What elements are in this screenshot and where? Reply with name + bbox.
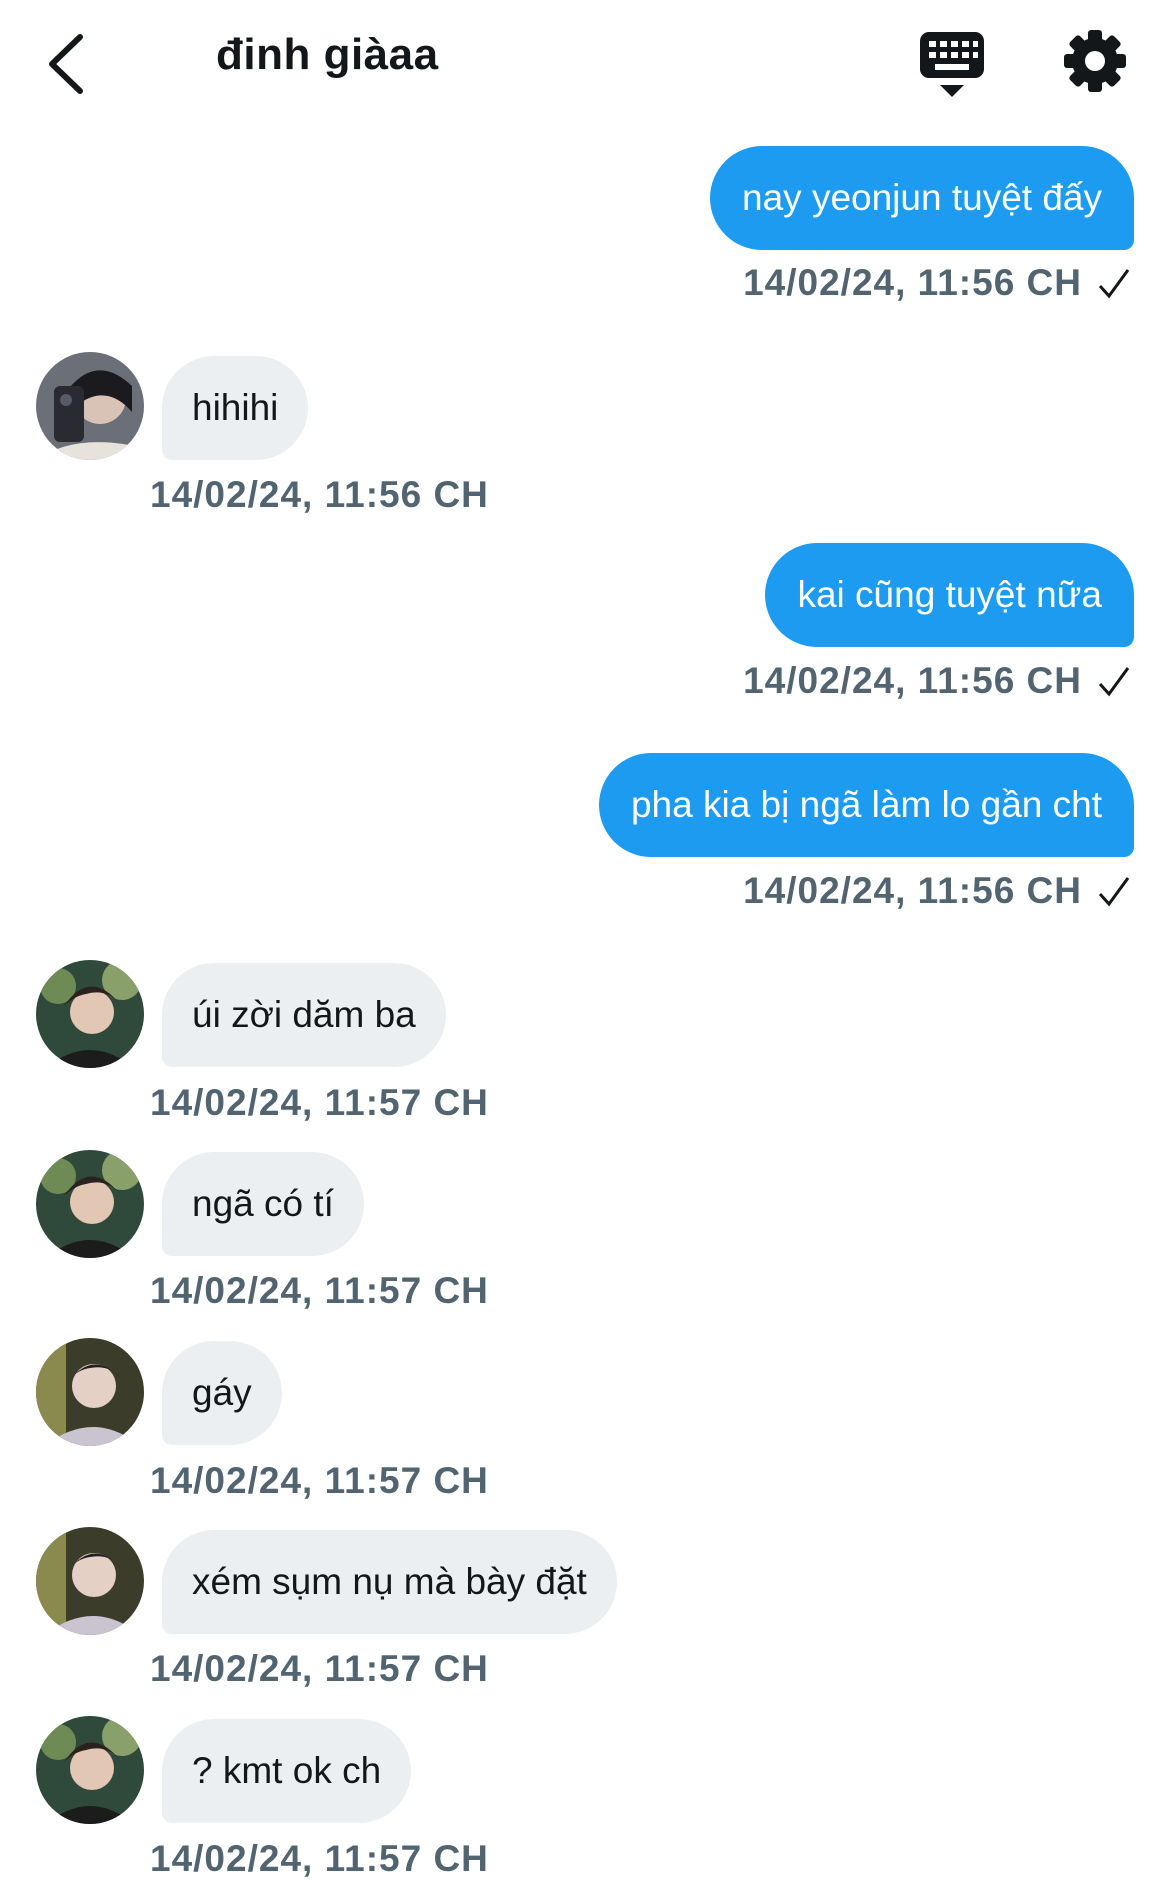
incoming-message-bubble[interactable]: xém sụm nụ mà bày đặt (162, 1530, 617, 1634)
message-timestamp: 14/02/24, 11:56 CH (150, 474, 489, 515)
outgoing-message-bubble[interactable]: kai cũng tuyệt nữa (765, 543, 1134, 647)
avatar[interactable] (36, 352, 144, 460)
avatar-photo (36, 960, 144, 1068)
gear-icon (1064, 30, 1126, 92)
checkmark-icon (1098, 877, 1130, 907)
incoming-message-bubble[interactable]: úi zời dăm ba (162, 963, 446, 1067)
incoming-message-bubble[interactable]: ? kmt ok ch (162, 1719, 412, 1823)
message-timestamp: 14/02/24, 11:57 CH (150, 1460, 489, 1501)
avatar[interactable] (36, 1338, 144, 1446)
avatar[interactable] (36, 1716, 144, 1824)
chevron-left-icon (49, 34, 83, 94)
message-timestamp: 14/02/24, 11:57 CH (150, 1648, 489, 1689)
message-timestamp: 14/02/24, 11:56 CH (743, 660, 1082, 701)
avatar-photo (36, 1338, 144, 1446)
message-timestamp: 14/02/24, 11:57 CH (150, 1838, 489, 1879)
settings-button[interactable] (1062, 28, 1128, 94)
back-button[interactable] (38, 28, 94, 100)
incoming-message-bubble[interactable]: hihihi (162, 356, 309, 460)
incoming-message-bubble[interactable]: ngã có tí (162, 1152, 364, 1256)
keyboard-icon (920, 32, 984, 97)
avatar[interactable] (36, 1150, 144, 1258)
conversation-title: đinh giàaa (216, 30, 439, 79)
checkmark-icon (1098, 269, 1130, 299)
avatar-photo (36, 1527, 144, 1635)
message-timestamp: 14/02/24, 11:56 CH (743, 870, 1082, 911)
checkmark-icon (1098, 667, 1130, 697)
avatar-photo (36, 1150, 144, 1258)
keyboard-button[interactable] (918, 28, 986, 100)
avatar-photo (36, 1716, 144, 1824)
avatar[interactable] (36, 1527, 144, 1635)
avatar-photo (36, 352, 144, 460)
outgoing-message-bubble[interactable]: pha kia bị ngã làm lo gần cht (598, 753, 1134, 857)
chat-header: đinh giàaa (0, 0, 1170, 125)
message-timestamp: 14/02/24, 11:56 CH (743, 262, 1082, 303)
avatar[interactable] (36, 960, 144, 1068)
message-timestamp: 14/02/24, 11:57 CH (150, 1082, 489, 1123)
message-timestamp: 14/02/24, 11:57 CH (150, 1270, 489, 1311)
incoming-message-bubble[interactable]: gáy (162, 1341, 282, 1445)
outgoing-message-bubble[interactable]: nay yeonjun tuyệt đấy (710, 146, 1134, 250)
